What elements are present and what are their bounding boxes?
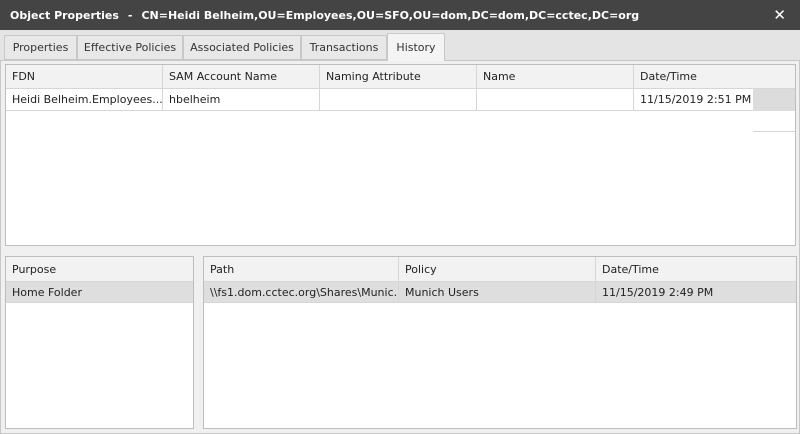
cell-datetime: 11/15/2019 2:49 PM [602,285,714,299]
tab-properties[interactable]: Properties [4,35,77,60]
column-name[interactable]: Name [477,65,634,88]
tab-strip: Properties Effective Policies Associated… [0,30,800,61]
cell-fdn: Heidi Belheim.Employees.... [6,89,163,110]
cell-path: \\fs1.dom.cctec.org\Shares\Munic... [204,282,399,302]
tab-history[interactable]: History [387,33,445,61]
close-icon[interactable]: ✕ [773,6,786,24]
cell-datetime: 11/15/2019 2:51 PM [640,93,752,106]
column-naming-attribute[interactable]: Naming Attribute [320,65,477,88]
divider [753,131,795,132]
purpose-table: Purpose Home Folder [5,256,194,429]
column-sam-account-name[interactable]: SAM Account Name [163,65,320,88]
history-header: FDN SAM Account Name Naming Attribute Na… [6,65,795,89]
column-path[interactable]: Path [204,257,399,281]
table-row[interactable]: Heidi Belheim.Employees.... hbelheim 11/… [6,89,753,111]
cell-name [477,89,634,110]
column-policy[interactable]: Policy [399,257,596,281]
tab-associated-policies[interactable]: Associated Policies [183,35,301,60]
cell-sam: hbelheim [163,89,320,110]
tab-effective-policies[interactable]: Effective Policies [77,35,183,60]
table-row[interactable]: \\fs1.dom.cctec.org\Shares\Munic... Muni… [204,282,796,303]
column-datetime[interactable]: Date/Time [596,257,796,281]
title-bar: Object Properties - CN=Heidi Belheim,OU=… [0,0,800,30]
cell-naming-attribute [320,89,477,110]
column-datetime[interactable]: Date/Time [634,65,795,88]
detail-table: Path Policy Date/Time \\fs1.dom.cctec.or… [203,256,797,429]
cell-policy: Munich Users [399,282,596,302]
column-fdn[interactable]: FDN [6,65,163,88]
column-purpose[interactable]: Purpose [6,257,193,281]
window-title: Object Properties [10,8,119,22]
cell-purpose: Home Folder [12,285,82,299]
detail-header: Path Policy Date/Time [204,257,796,282]
tab-transactions[interactable]: Transactions [301,35,387,60]
title-separator: - [127,8,133,22]
table-row[interactable]: Home Folder [6,282,193,303]
history-table: FDN SAM Account Name Naming Attribute Na… [5,64,796,246]
history-page: FDN SAM Account Name Naming Attribute Na… [0,60,800,434]
purpose-header: Purpose [6,257,193,282]
row-filler [753,89,795,111]
object-dn: CN=Heidi Belheim,OU=Employees,OU=SFO,OU=… [141,8,640,22]
